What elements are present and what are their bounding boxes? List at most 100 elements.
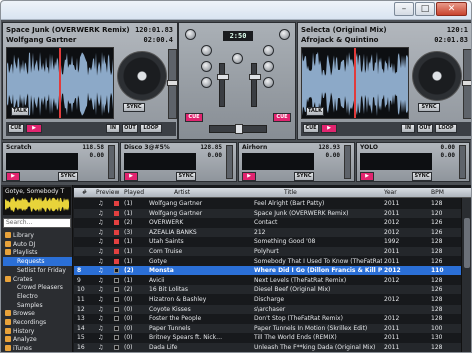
- col-year-header[interactable]: Year: [384, 188, 397, 198]
- sidebar-item-browse[interactable]: Browse: [3, 309, 72, 318]
- preview-icon[interactable]: ♫: [98, 218, 103, 227]
- preview-icon[interactable]: ♫: [98, 247, 103, 256]
- sample-deck-2-sync-button[interactable]: SYNC: [176, 172, 196, 181]
- played-checkbox[interactable]: [114, 249, 119, 254]
- deck-1-play-button[interactable]: ▶: [26, 124, 42, 133]
- cue-right-button[interactable]: CUE: [273, 113, 291, 122]
- table-row[interactable]: (1) Com Truise Polyhurt 2011 128 ♫: [74, 247, 461, 256]
- played-checkbox[interactable]: [114, 306, 119, 312]
- table-row[interactable]: 15 (0) Britney Spears ft. Nick… Till The Wo…: [74, 333, 461, 342]
- deck-1-platter[interactable]: [117, 51, 167, 101]
- deck-1-in-button[interactable]: IN: [106, 124, 120, 133]
- gain-knob-left[interactable]: [185, 29, 196, 40]
- deck-2-pitch-slider[interactable]: [462, 49, 471, 119]
- sidebar-item-crowd-pleasers[interactable]: Crowd Pleasers: [3, 283, 72, 292]
- played-checkbox[interactable]: [114, 239, 119, 245]
- gain-knob-right[interactable]: [279, 29, 290, 40]
- preview-icon[interactable]: ♫: [98, 314, 103, 323]
- table-row[interactable]: 8 (2) Monsta Where Did I Go (Dillon Francis…: [74, 266, 461, 276]
- played-checkbox[interactable]: [114, 316, 119, 322]
- preview-icon[interactable]: ♫: [98, 237, 103, 246]
- deck-1-talk-button[interactable]: TALK: [11, 107, 29, 116]
- col-bpm-header[interactable]: BPM: [431, 188, 444, 198]
- eq-low-knob-left[interactable]: [201, 77, 212, 88]
- table-row[interactable]: 16 (0) Dada Life Unleash The F**king Dada (…: [74, 343, 461, 352]
- sample-deck-4-play-button[interactable]: ▶: [360, 172, 374, 181]
- preview-icon[interactable]: ♫: [98, 295, 103, 304]
- deck-2-out-button[interactable]: OUT: [417, 124, 433, 133]
- sample-deck-4-sync-button[interactable]: SYNC: [412, 172, 432, 181]
- sample-deck-4-pitch[interactable]: [459, 145, 466, 179]
- deck-1-out-button[interactable]: OUT: [122, 124, 138, 133]
- preview-icon[interactable]: ♫: [98, 324, 103, 333]
- sidebar-item-setlist-for-friday[interactable]: Setlist for Friday: [3, 266, 72, 275]
- table-row[interactable]: 12 (0) Coyote Kisses s\archaser 128 ♫: [74, 304, 461, 314]
- deck-2-platter[interactable]: [412, 51, 462, 101]
- preview-icon[interactable]: ♫: [98, 343, 103, 352]
- sample-deck-1-waveform[interactable]: [6, 153, 78, 170]
- preview-icon[interactable]: ♫: [98, 228, 103, 237]
- deck-1-cue-button[interactable]: CUE: [8, 124, 24, 133]
- played-checkbox[interactable]: [114, 268, 119, 274]
- sidebar-item-auto-dj[interactable]: Auto DJ: [3, 240, 72, 249]
- sidebar-item-library[interactable]: Library: [3, 231, 72, 240]
- sample-deck-3-play-button[interactable]: ▶: [242, 172, 256, 181]
- col-preview-header[interactable]: Preview: [96, 188, 119, 198]
- eq-high-knob-right[interactable]: [263, 45, 274, 56]
- table-row[interactable]: 9 (1) Avicii Next Levels (TheFatRat Remix) 2…: [74, 276, 461, 285]
- sidebar-item-crates[interactable]: Crates: [3, 275, 72, 284]
- table-row[interactable]: (3) AZEALIA BANKS 212 2012 126 ♫: [74, 227, 461, 237]
- table-row[interactable]: 11 (0) Hizatron & Bashley Discharge 2012 128 ♫: [74, 295, 461, 304]
- close-button[interactable]: ✕: [436, 2, 467, 16]
- preview-icon[interactable]: ♫: [98, 266, 103, 275]
- sample-deck-3-pitch[interactable]: [344, 145, 351, 179]
- played-checkbox[interactable]: [114, 335, 119, 341]
- deck-2-in-button[interactable]: IN: [401, 124, 415, 133]
- table-row[interactable]: (1) Gotye Somebody That I Used To Know (Th…: [74, 257, 461, 266]
- col-title-header[interactable]: Title: [284, 188, 297, 198]
- sample-deck-3-sync-button[interactable]: SYNC: [294, 172, 314, 181]
- table-scrollbar[interactable]: [461, 198, 471, 352]
- headphone-mix-knob[interactable]: [232, 53, 243, 64]
- eq-mid-knob-left[interactable]: [201, 61, 212, 72]
- preview-icon[interactable]: ♫: [98, 305, 103, 314]
- col-number-header[interactable]: #: [82, 188, 87, 198]
- played-checkbox[interactable]: [114, 297, 119, 302]
- sample-deck-1-pitch[interactable]: [108, 145, 115, 179]
- sample-deck-1-sync-button[interactable]: SYNC: [58, 172, 78, 181]
- sidebar-item-playlists[interactable]: Playlists: [3, 248, 72, 257]
- deck-2-play-button[interactable]: ▶: [321, 124, 337, 133]
- played-checkbox[interactable]: [114, 287, 119, 293]
- maximize-button[interactable]: □: [415, 2, 435, 16]
- preview-deck[interactable]: Gotye, Somebody T: [3, 187, 71, 215]
- sidebar-item-requests[interactable]: Requests: [3, 257, 72, 267]
- table-row[interactable]: (1) Wolfgang Gartner Feel Alright (Bart Pa…: [74, 199, 461, 208]
- eq-low-knob-right[interactable]: [263, 77, 274, 88]
- table-row[interactable]: (2) OVERWERK Contact 2012 126 ♫: [74, 218, 461, 227]
- table-row[interactable]: (1) Wolfgang Gartner Space Junk (OVERWERK …: [74, 208, 461, 218]
- table-row[interactable]: 13 (0) Foster the People Don't Stop (TheFat…: [74, 314, 461, 323]
- played-checkbox[interactable]: [114, 210, 119, 216]
- volume-fader-right[interactable]: [249, 63, 261, 107]
- sidebar-item-analyze[interactable]: Analyze: [3, 335, 72, 344]
- played-checkbox[interactable]: [114, 277, 119, 283]
- played-checkbox[interactable]: [114, 325, 119, 331]
- volume-fader-left[interactable]: [217, 63, 229, 107]
- deck-2-loop-button[interactable]: LOOP: [435, 124, 457, 133]
- deck-1-sync-button[interactable]: SYNC: [123, 103, 145, 112]
- played-checkbox[interactable]: [114, 220, 119, 226]
- table-row[interactable]: (1) Utah Saints Something Good '08 1992 128 ♫: [74, 237, 461, 246]
- sidebar-item-itunes[interactable]: iTunes: [3, 344, 72, 352]
- cue-left-button[interactable]: CUE: [185, 113, 203, 122]
- deck-2-talk-button[interactable]: TALK: [306, 107, 324, 116]
- preview-icon[interactable]: ♫: [98, 199, 103, 208]
- table-row[interactable]: 10 (2) 16 Bit Lolitas Diesel Beef (Original…: [74, 285, 461, 295]
- deck-1-loop-button[interactable]: LOOP: [140, 124, 162, 133]
- sidebar-item-recordings[interactable]: Recordings: [3, 318, 72, 327]
- preview-icon[interactable]: ♫: [98, 285, 103, 294]
- preview-icon[interactable]: ♫: [98, 257, 103, 266]
- crossfader[interactable]: [209, 124, 267, 134]
- deck-2-sync-button[interactable]: SYNC: [418, 103, 440, 112]
- search-input[interactable]: Search...: [3, 218, 71, 228]
- sidebar-item-electro[interactable]: Electro: [3, 292, 72, 301]
